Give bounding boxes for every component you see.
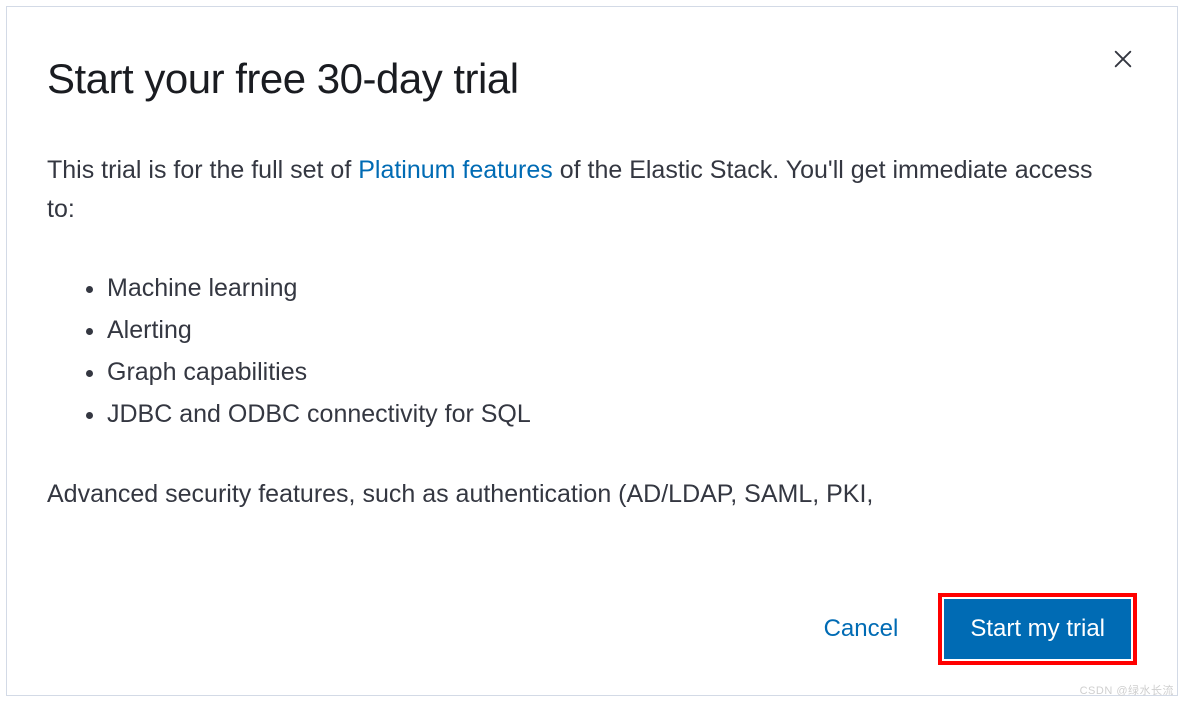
- platinum-features-link[interactable]: Platinum features: [358, 156, 553, 184]
- start-trial-button[interactable]: Start my trial: [944, 599, 1131, 659]
- feature-item: JDBC and ODBC connectivity for SQL: [107, 393, 1117, 435]
- feature-item: Alerting: [107, 309, 1117, 351]
- modal-body-scroll: This trial is for the full set of Platin…: [47, 151, 1137, 575]
- modal-content: Start your free 30-day trial This trial …: [7, 7, 1177, 695]
- feature-item: Graph capabilities: [107, 351, 1117, 393]
- cancel-button[interactable]: Cancel: [816, 603, 907, 655]
- close-icon: [1112, 48, 1134, 70]
- watermark-text: CSDN @绿水长流: [1080, 682, 1174, 698]
- close-button[interactable]: [1109, 45, 1137, 73]
- modal-title: Start your free 30-day trial: [47, 55, 1137, 103]
- start-button-highlight: Start my trial: [938, 593, 1137, 665]
- intro-paragraph: This trial is for the full set of Platin…: [47, 151, 1117, 229]
- feature-item: Machine learning: [107, 267, 1117, 309]
- intro-text-before: This trial is for the full set of: [47, 156, 358, 184]
- advanced-security-text: Advanced security features, such as auth…: [47, 475, 1117, 514]
- modal-footer: Cancel Start my trial: [47, 575, 1137, 695]
- scroll-fade-overlay: [47, 535, 1137, 575]
- modal-dialog: Start your free 30-day trial This trial …: [6, 6, 1178, 696]
- features-list: Machine learning Alerting Graph capabili…: [47, 267, 1117, 435]
